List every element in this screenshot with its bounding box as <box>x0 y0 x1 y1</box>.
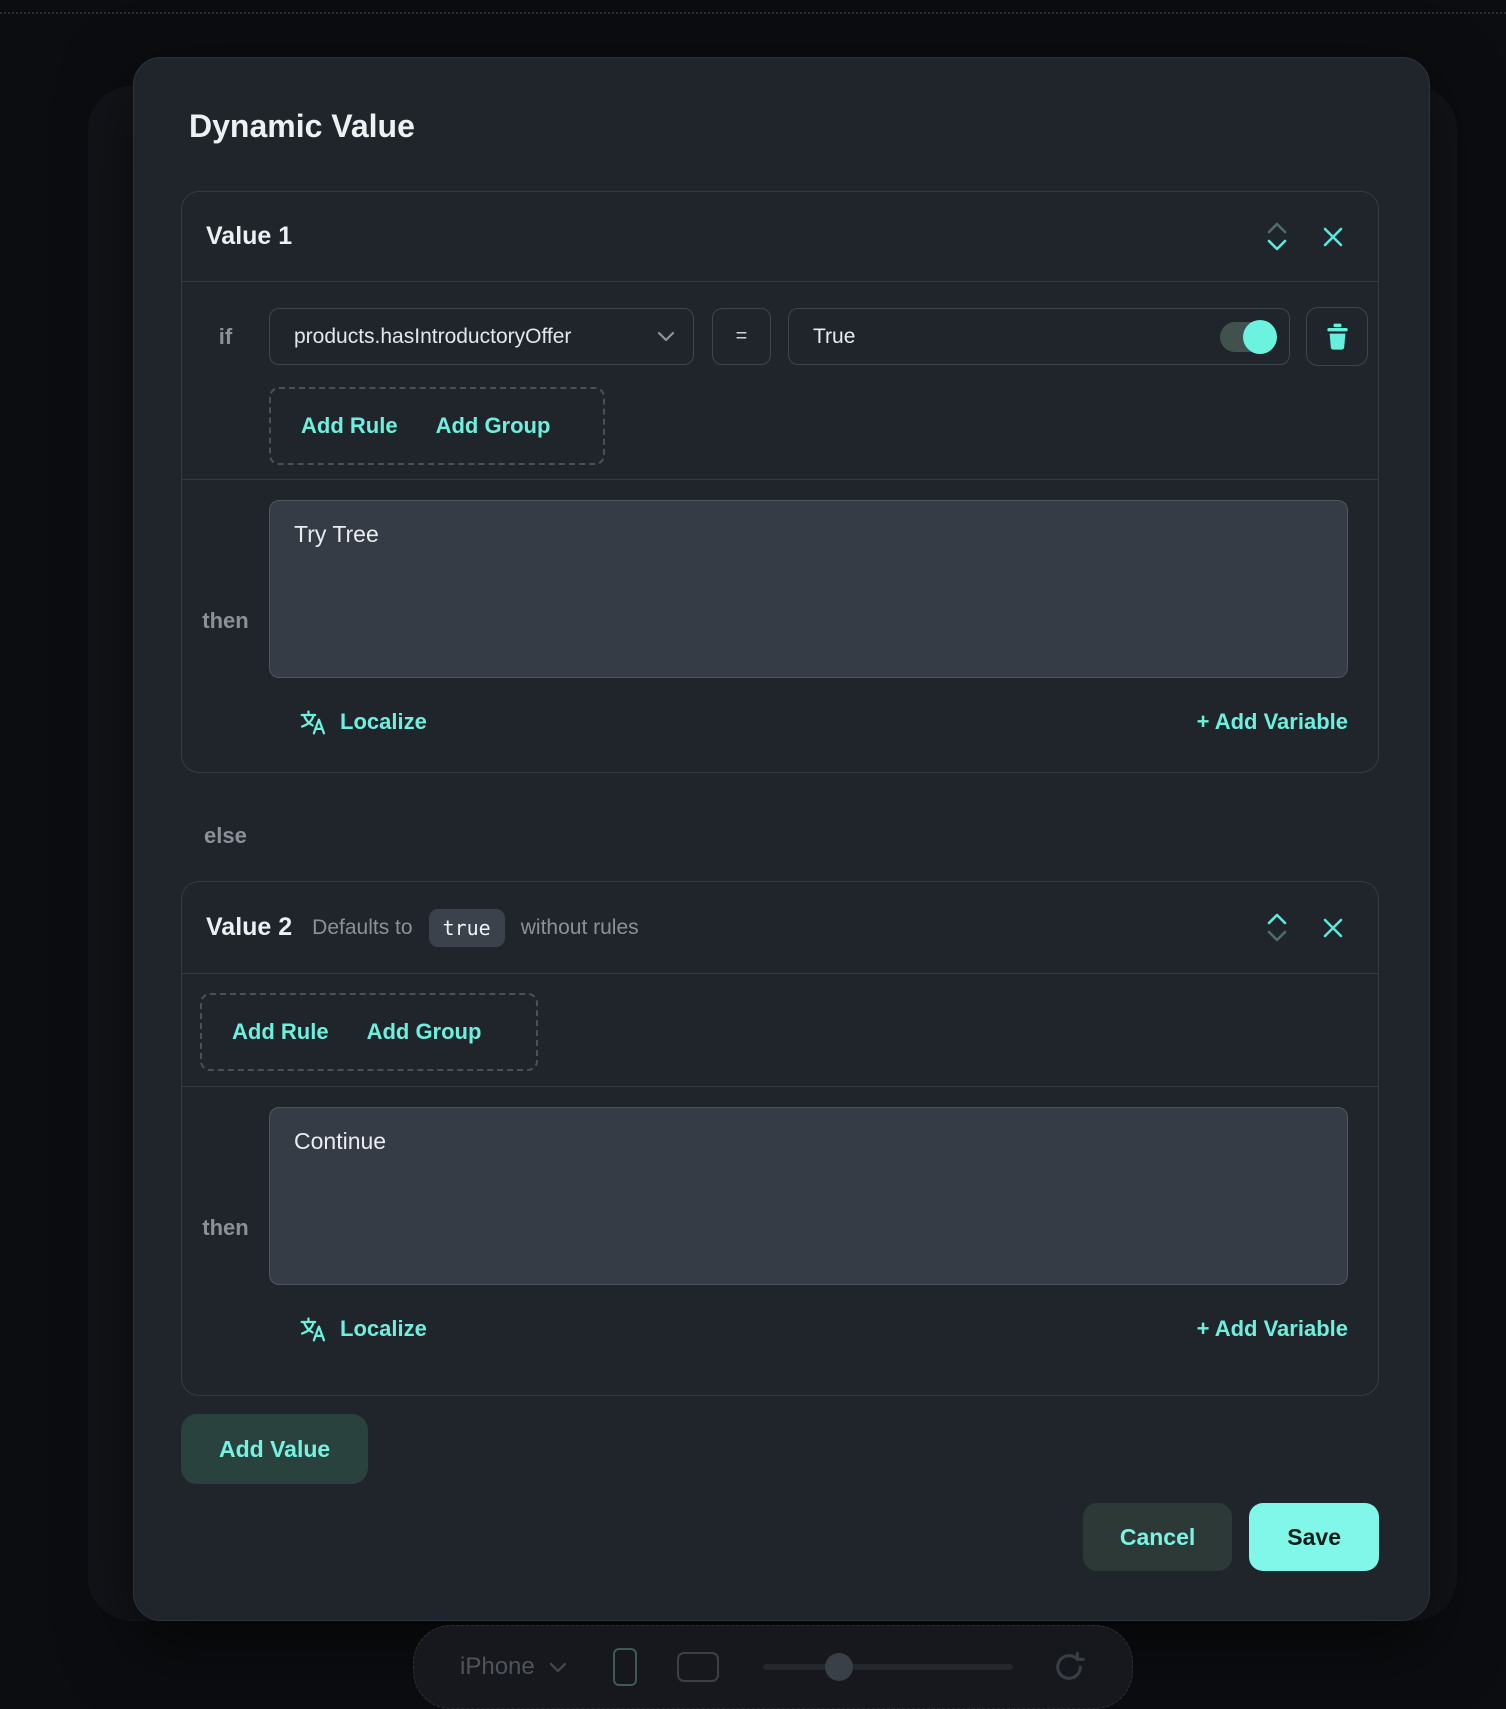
cancel-button[interactable]: Cancel <box>1083 1503 1232 1571</box>
localize-button[interactable]: Localize <box>299 1315 427 1343</box>
chevron-down-icon <box>549 1662 567 1673</box>
condition-value-toggle[interactable] <box>1220 322 1274 352</box>
add-value-button[interactable]: Add Value <box>181 1414 368 1484</box>
value2-card: Value 2 Defaults to true without rules A… <box>181 881 1379 1396</box>
then-label: then <box>182 1107 269 1349</box>
add-group-button[interactable]: Add Group <box>436 413 551 439</box>
zoom-slider[interactable] <box>763 1664 1013 1670</box>
localize-label: Localize <box>340 1316 427 1342</box>
slider-knob[interactable] <box>825 1653 853 1681</box>
chevron-up-icon[interactable] <box>1267 913 1287 925</box>
value1-then-section: then Try Tree Localize + Add Variable <box>182 480 1378 772</box>
device-select[interactable]: iPhone <box>460 1653 567 1681</box>
device-select-label: iPhone <box>460 1653 535 1681</box>
refresh-icon <box>1052 1650 1086 1684</box>
toggle-knob <box>1243 320 1277 354</box>
value1-title: Value 1 <box>206 222 292 251</box>
value2-text-input[interactable]: Continue <box>269 1107 1348 1285</box>
chevron-down-icon[interactable] <box>1267 239 1287 251</box>
defaults-suffix: without rules <box>521 916 639 940</box>
value2-reorder-control[interactable] <box>1267 913 1287 942</box>
chevron-down-icon[interactable] <box>1267 930 1287 942</box>
value2-rules-section: Add Rule Add Group <box>182 974 1378 1087</box>
add-variable-button[interactable]: + Add Variable <box>1197 1316 1348 1342</box>
add-group-button[interactable]: Add Group <box>367 1019 482 1045</box>
value1-card: Value 1 if products.hasIntroductoryOffer… <box>181 191 1379 773</box>
then-label: then <box>182 500 269 742</box>
value1-add-rule-group-box: Add Rule Add Group <box>269 387 605 465</box>
dynamic-value-modal: Dynamic Value Value 1 if products.hasInt… <box>133 57 1430 1621</box>
page-title: Dynamic Value <box>189 106 1379 146</box>
defaults-prefix: Defaults to <box>312 916 412 940</box>
condition-operator[interactable]: = <box>712 308 771 365</box>
add-rule-button[interactable]: Add Rule <box>232 1019 329 1045</box>
value1-text-input[interactable]: Try Tree <box>269 500 1348 678</box>
device-preview-toolbar: iPhone <box>413 1625 1133 1709</box>
condition-field-value: products.hasIntroductoryOffer <box>294 325 657 349</box>
landscape-orientation-icon[interactable] <box>677 1652 719 1682</box>
value1-reorder-control[interactable] <box>1267 222 1287 251</box>
add-rule-button[interactable]: Add Rule <box>301 413 398 439</box>
chevron-down-icon <box>657 331 675 342</box>
delete-rule-button[interactable] <box>1306 307 1368 366</box>
translate-icon <box>299 1315 327 1343</box>
condition-field-select[interactable]: products.hasIntroductoryOffer <box>269 308 694 365</box>
translate-icon <box>299 708 327 736</box>
condition-value-text: True <box>813 325 855 349</box>
localize-button[interactable]: Localize <box>299 708 427 736</box>
close-icon[interactable] <box>1321 916 1345 940</box>
close-icon[interactable] <box>1321 225 1345 249</box>
if-label: if <box>182 324 269 350</box>
value1-rules-section: if products.hasIntroductoryOffer = True <box>182 282 1378 480</box>
localize-label: Localize <box>340 709 427 735</box>
top-dotted-divider <box>0 12 1506 14</box>
value2-title: Value 2 <box>206 913 292 942</box>
value1-condition-row: if products.hasIntroductoryOffer = True <box>182 307 1368 366</box>
value1-header: Value 1 <box>182 192 1378 282</box>
add-variable-button[interactable]: + Add Variable <box>1197 709 1348 735</box>
value2-add-rule-group-box: Add Rule Add Group <box>200 993 538 1071</box>
chevron-up-icon[interactable] <box>1267 222 1287 234</box>
value2-header: Value 2 Defaults to true without rules <box>182 882 1378 974</box>
value2-then-section: then Continue Localize + Add Variable <box>182 1087 1378 1395</box>
default-value-pill: true <box>429 909 505 947</box>
modal-footer: Cancel Save <box>181 1503 1379 1571</box>
condition-value-box[interactable]: True <box>788 308 1290 365</box>
portrait-orientation-icon[interactable] <box>613 1648 637 1686</box>
save-button[interactable]: Save <box>1249 1503 1379 1571</box>
refresh-button[interactable] <box>1052 1650 1086 1684</box>
else-label: else <box>204 823 1379 849</box>
trash-icon <box>1325 323 1350 350</box>
